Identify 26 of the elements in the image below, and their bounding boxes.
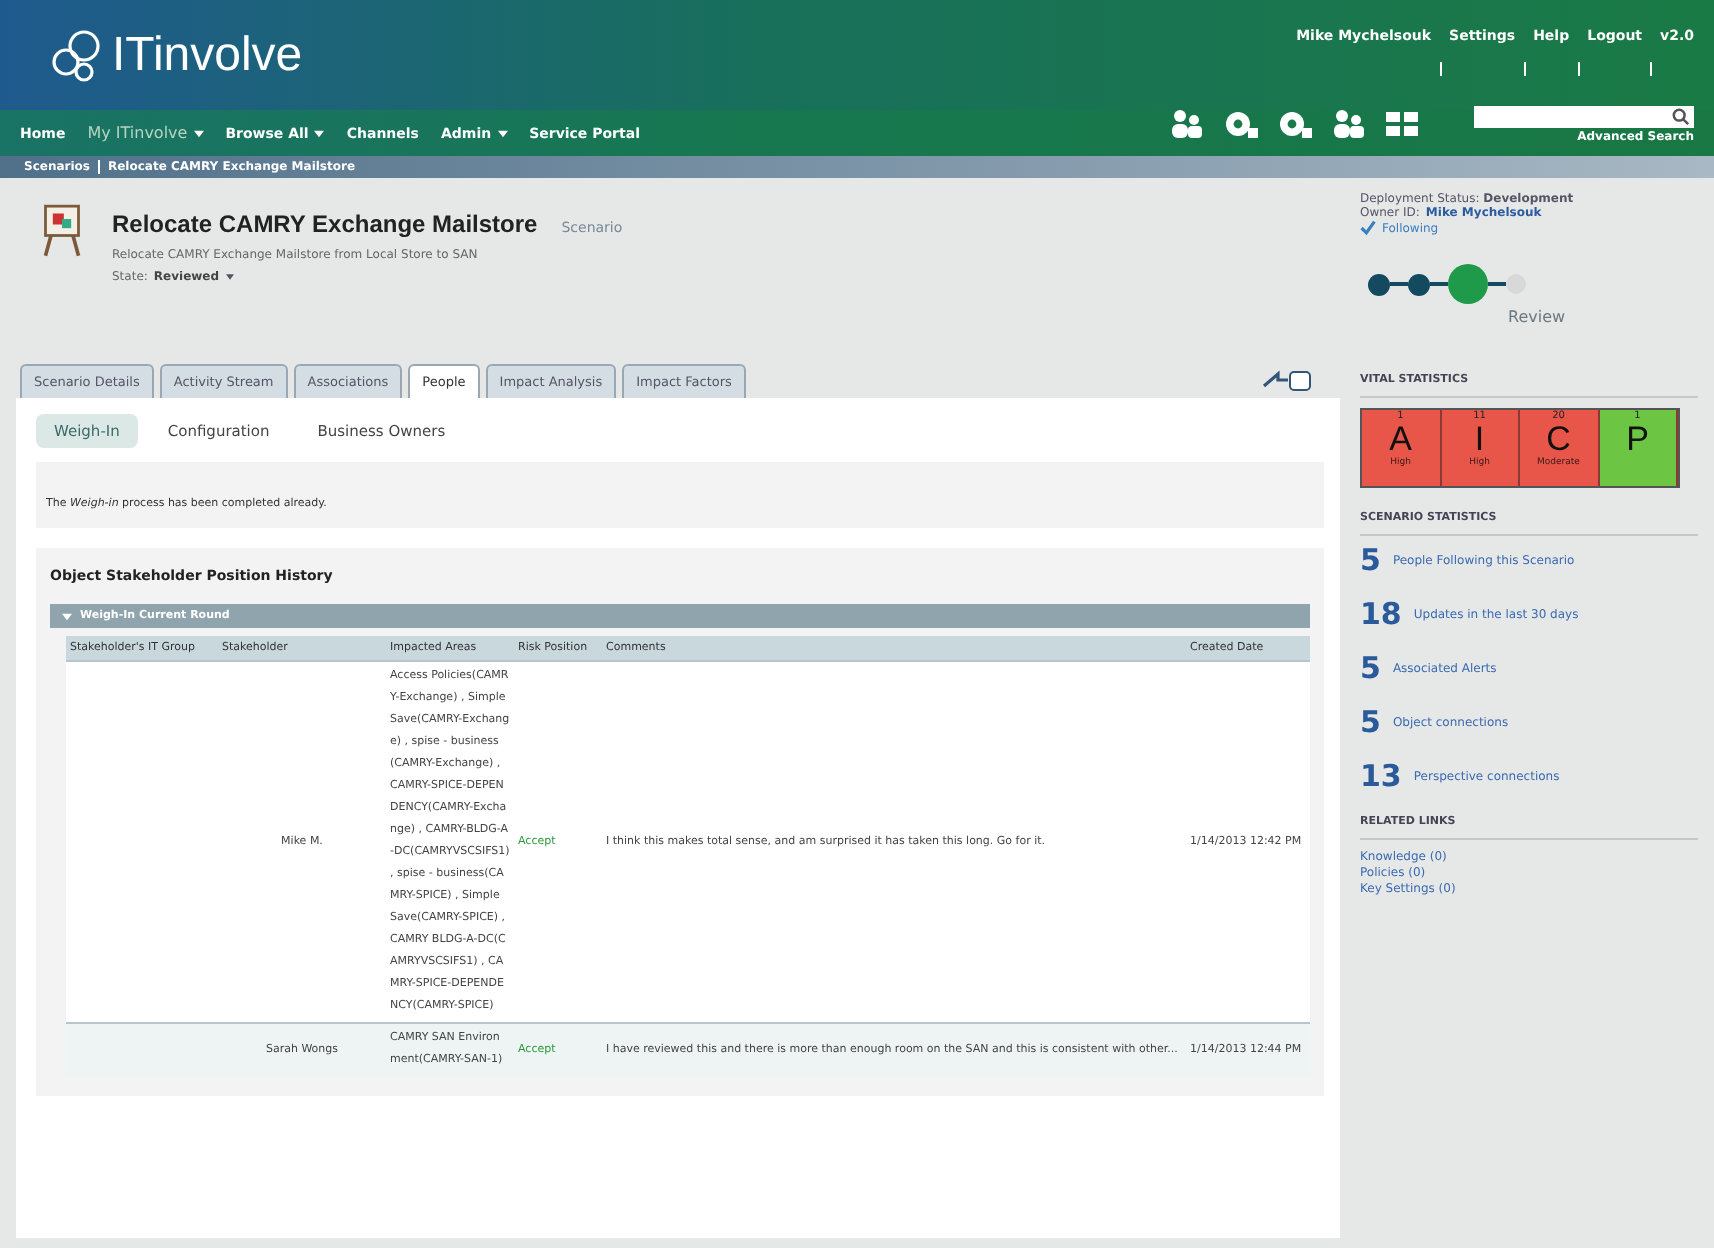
stat-number: 5 <box>1360 546 1381 576</box>
grid-icon[interactable] <box>1382 107 1422 139</box>
stat-number: 5 <box>1360 708 1381 738</box>
logo-text[interactable]: ITinvolve <box>112 27 303 83</box>
stat-number: 5 <box>1360 654 1381 684</box>
check-icon <box>1360 220 1376 236</box>
stat-number: 13 <box>1360 762 1402 792</box>
tile-letter: C <box>1546 422 1571 458</box>
caret-icon[interactable] <box>62 611 72 621</box>
stat-number: 18 <box>1360 600 1402 630</box>
caret-icon[interactable] <box>497 129 508 137</box>
easel-icon <box>40 202 84 258</box>
search-field[interactable] <box>1474 106 1694 128</box>
nav-item[interactable]: My ITinvolve <box>87 124 188 142</box>
share-icon[interactable] <box>1260 366 1312 394</box>
tile-letter: I <box>1474 422 1485 458</box>
people-icon[interactable] <box>1328 107 1368 139</box>
stage-label: Review <box>1508 308 1568 326</box>
caret-icon[interactable] <box>225 274 234 280</box>
tile-letter: P <box>1626 422 1649 458</box>
scenario-title: Relocate CAMRY Exchange Mailstore <box>112 210 538 238</box>
search-icon[interactable] <box>1672 108 1690 126</box>
caret-icon[interactable] <box>193 129 204 137</box>
caret-icon[interactable] <box>314 129 325 137</box>
people-icon[interactable] <box>1166 107 1206 139</box>
tile-letter: A <box>1389 422 1412 458</box>
